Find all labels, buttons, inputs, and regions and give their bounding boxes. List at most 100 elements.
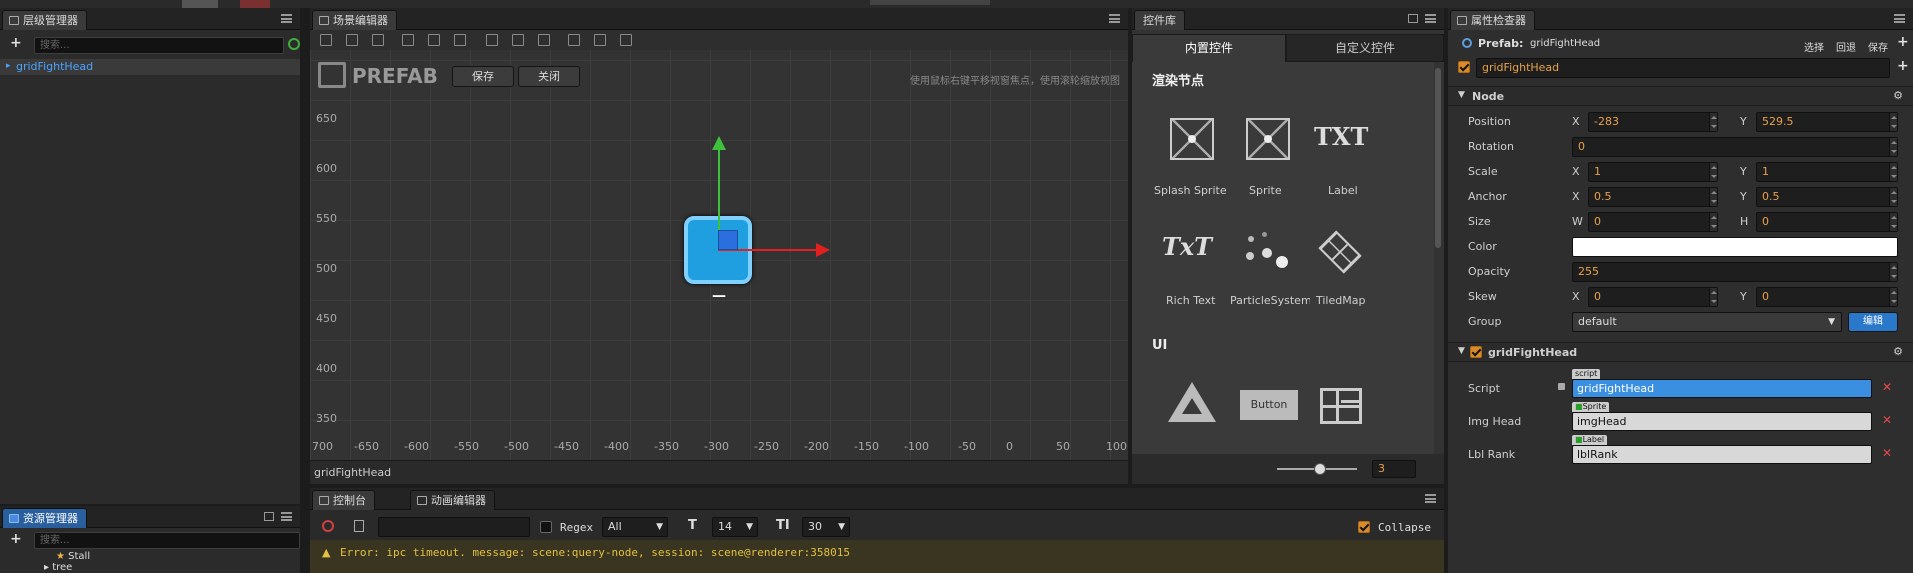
opacity-input[interactable]: 255 [1572, 262, 1898, 282]
img-head-ref-field[interactable]: imgHead [1572, 412, 1872, 431]
prefab-revert-button[interactable]: 回退 [1836, 39, 1856, 54]
hierarchy-item-selected[interactable]: ▸ gridFightHead [0, 59, 300, 75]
script-ref-field[interactable]: gridFightHead [1572, 379, 1872, 398]
distribute-center-icon[interactable] [594, 34, 606, 46]
maximize-icon[interactable] [1408, 14, 1418, 23]
skew-x-input[interactable]: 0 [1588, 287, 1718, 307]
panel-menu-icon[interactable] [1425, 14, 1436, 23]
panel-menu-icon[interactable] [281, 512, 292, 521]
rotation-input[interactable]: 0 [1572, 137, 1898, 157]
script-remove-icon[interactable]: ✕ [1882, 380, 1892, 394]
collapse-checkbox[interactable] [1358, 521, 1370, 533]
distribute-middle-icon[interactable] [512, 34, 524, 46]
stepper-icon[interactable] [1889, 288, 1897, 306]
clear-console-icon[interactable] [322, 520, 334, 532]
link-icon[interactable] [288, 38, 300, 50]
panel-menu-icon[interactable] [1109, 14, 1120, 23]
distribute-top-icon[interactable] [486, 34, 498, 46]
toolbar-button[interactable] [182, 0, 218, 8]
distribute-right-icon[interactable] [620, 34, 632, 46]
toolbar-button[interactable] [870, 0, 990, 5]
stepper-icon[interactable] [1709, 163, 1717, 181]
hierarchy-search-input[interactable]: 搜索... [34, 37, 284, 54]
console-filter-input[interactable] [378, 517, 530, 537]
stepper-icon[interactable] [1709, 113, 1717, 131]
stepper-icon[interactable] [1889, 163, 1897, 181]
rich-text-icon[interactable]: TxT [1162, 232, 1212, 261]
scale-x-input[interactable]: 1 [1588, 162, 1718, 182]
collapse-arrow-icon[interactable]: ▼ [1458, 346, 1465, 356]
tab-inspector[interactable]: 属性检查器 [1450, 10, 1535, 30]
node-section-header[interactable]: ▼ Node ⚙ [1448, 86, 1913, 106]
line-height-select[interactable]: 30 ▼ [802, 517, 850, 537]
collapse-arrow-icon[interactable]: ▼ [1458, 90, 1465, 100]
sprite-icon[interactable] [1246, 118, 1290, 160]
component-enabled-checkbox[interactable] [1470, 346, 1482, 358]
prefab-save-button[interactable]: 保存 [452, 66, 514, 87]
align-bottom-icon[interactable] [454, 34, 466, 46]
maximize-icon[interactable] [264, 512, 274, 521]
add-asset-icon[interactable]: + [10, 531, 22, 547]
label-icon[interactable]: TXT [1314, 122, 1368, 151]
prefab-add-icon[interactable]: + [1897, 34, 1909, 50]
button-icon[interactable]: Button [1240, 390, 1298, 420]
stepper-icon[interactable] [1889, 263, 1897, 281]
toolbar-button[interactable] [240, 0, 270, 8]
library-tab-custom[interactable]: 自定义控件 [1286, 34, 1444, 62]
group-edit-button[interactable]: 编辑 [1848, 312, 1898, 332]
scale-y-input[interactable]: 1 [1756, 162, 1898, 182]
font-size-select[interactable]: 14 ▼ [712, 517, 758, 537]
component-section-header[interactable]: ▼ gridFightHead ⚙ [1448, 342, 1913, 362]
align-top-icon[interactable] [402, 34, 414, 46]
add-component-icon[interactable]: + [1897, 58, 1909, 74]
skew-y-input[interactable]: 0 [1756, 287, 1898, 307]
library-tab-builtin[interactable]: 内置控件 [1132, 34, 1286, 62]
panel-menu-icon[interactable] [281, 14, 292, 23]
prefab-apply-button[interactable]: 保存 [1868, 39, 1888, 54]
gear-icon[interactable]: ⚙ [1893, 345, 1903, 358]
stepper-icon[interactable] [1709, 213, 1717, 231]
stepper-icon[interactable] [1889, 188, 1897, 206]
regex-checkbox[interactable] [540, 521, 552, 533]
size-h-input[interactable]: 0 [1756, 212, 1898, 232]
stepper-icon[interactable] [1889, 213, 1897, 231]
gizmo-x-arrow-icon[interactable] [816, 243, 830, 257]
add-node-icon[interactable]: + [10, 35, 22, 51]
gizmo-center-handle[interactable] [718, 230, 738, 250]
distribute-left-icon[interactable] [568, 34, 580, 46]
align-left-icon[interactable] [320, 34, 332, 46]
node-active-checkbox[interactable] [1458, 61, 1470, 73]
tab-animation-editor[interactable]: 动画编辑器 [410, 490, 495, 510]
distribute-bottom-icon[interactable] [538, 34, 550, 46]
tab-library[interactable]: 控件库 [1134, 10, 1185, 30]
stepper-icon[interactable] [1889, 138, 1897, 156]
splash-sprite-icon[interactable] [1170, 118, 1214, 160]
expand-arrow-icon[interactable]: ▸ [44, 562, 49, 573]
tab-scene-editor[interactable]: 场景编辑器 [312, 10, 397, 30]
color-swatch[interactable] [1572, 237, 1898, 257]
position-x-input[interactable]: -283 [1588, 112, 1718, 132]
anchor-y-input[interactable]: 0.5 [1756, 187, 1898, 207]
asset-item[interactable]: ▸ tree [44, 562, 72, 573]
canvas-icon[interactable] [1168, 382, 1216, 422]
expand-arrow-icon[interactable]: ▸ [6, 61, 11, 71]
zoom-value-input[interactable]: 3 [1372, 460, 1416, 478]
align-right-icon[interactable] [372, 34, 384, 46]
align-center-h-icon[interactable] [346, 34, 358, 46]
anchor-x-input[interactable]: 0.5 [1588, 187, 1718, 207]
lbl-rank-ref-field[interactable]: lblRank [1572, 445, 1872, 464]
log-level-select[interactable]: All ▼ [602, 517, 668, 537]
scene-viewport[interactable]: PREFAB 保存 关闭 使用鼠标右键平移视窗焦点，使用滚轮缩放视图 650 6… [310, 50, 1128, 460]
panel-menu-icon[interactable] [1425, 494, 1436, 503]
panel-menu-icon[interactable] [1894, 14, 1905, 23]
stepper-icon[interactable] [1889, 113, 1897, 131]
stepper-icon[interactable] [1709, 288, 1717, 306]
tab-assets[interactable]: 资源管理器 [2, 508, 87, 528]
tab-hierarchy[interactable]: 层级管理器 [2, 10, 87, 30]
asset-item[interactable]: ★ Stall [56, 551, 90, 562]
align-center-v-icon[interactable] [428, 34, 440, 46]
library-scrollbar[interactable] [1435, 68, 1441, 248]
gizmo-y-arrow-icon[interactable] [712, 136, 726, 150]
node-name-input[interactable]: gridFightHead [1476, 58, 1890, 78]
layout-icon[interactable] [1320, 388, 1362, 424]
